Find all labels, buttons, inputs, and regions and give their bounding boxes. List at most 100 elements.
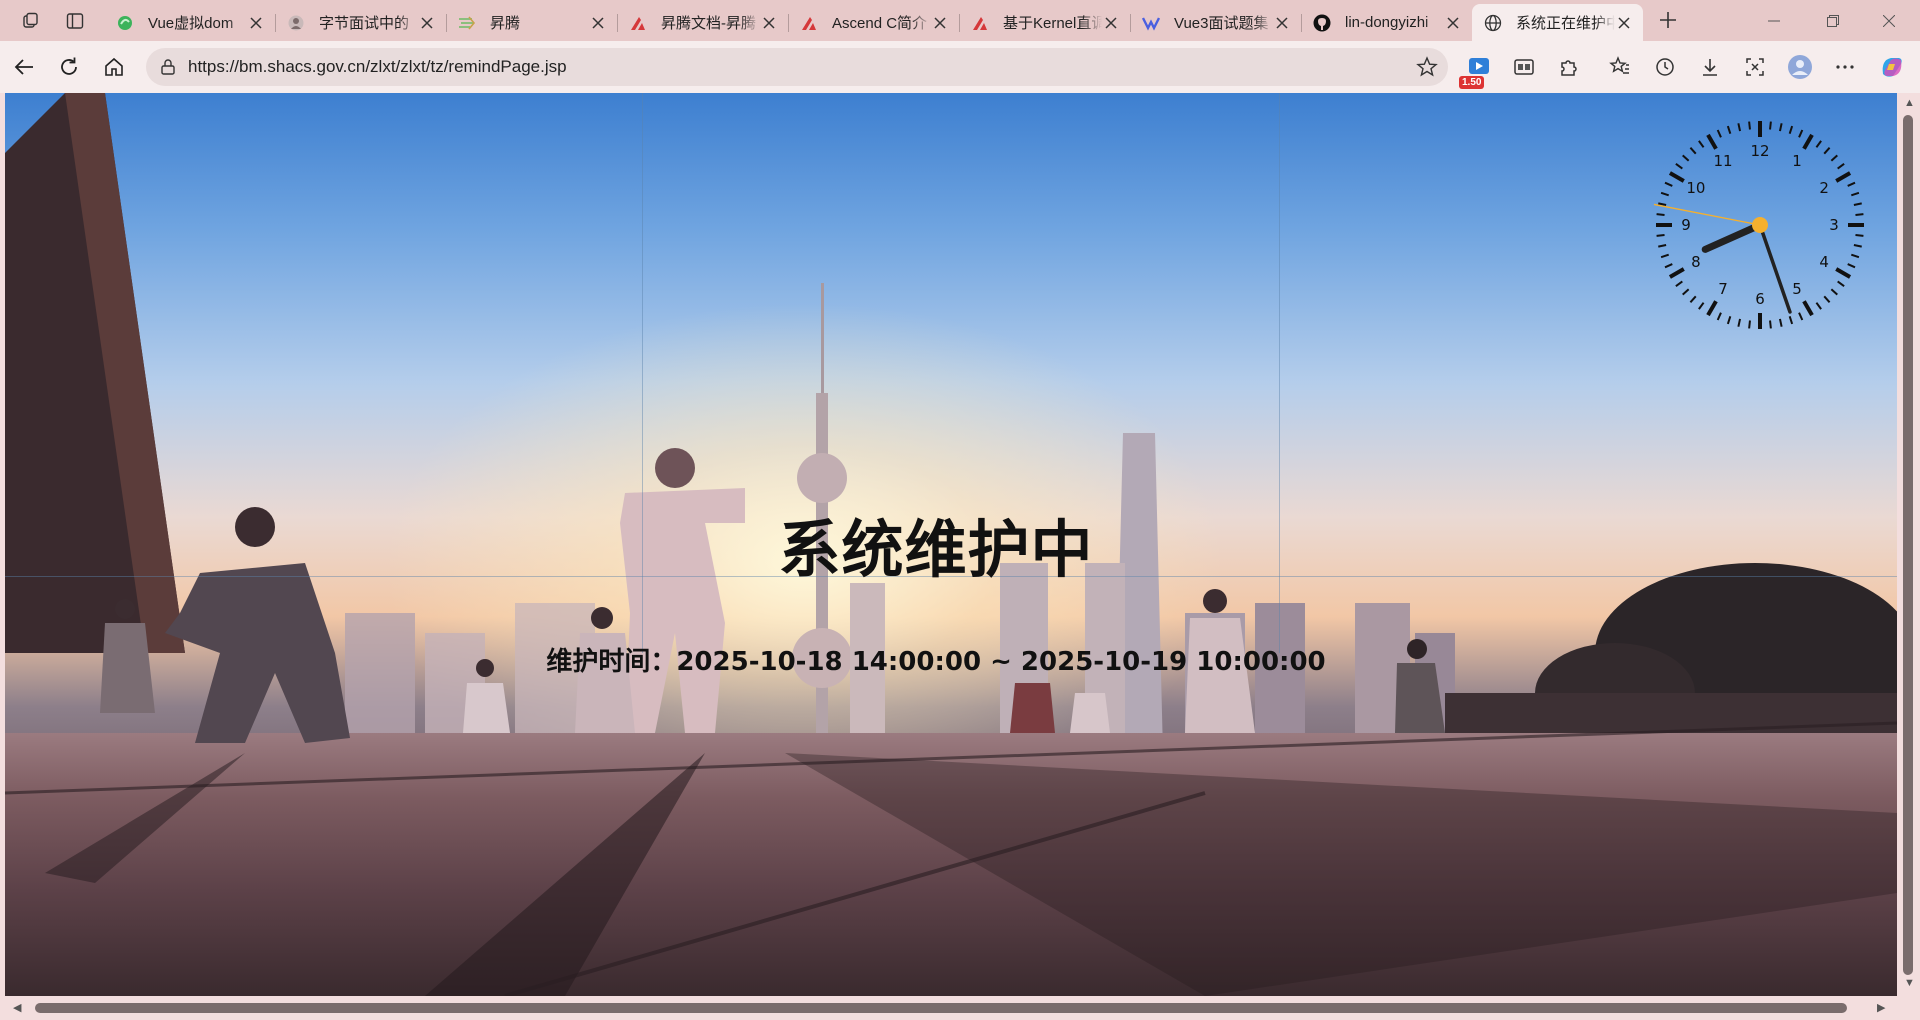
second-hand	[1653, 203, 1761, 226]
download-icon	[1703, 59, 1717, 76]
clock-tick	[1778, 318, 1783, 327]
scroll-down-icon[interactable]: ▼	[1904, 977, 1915, 989]
clock-numeral: 10	[1686, 179, 1705, 197]
tab-github[interactable]: lin-dongyizhi	[1301, 6, 1472, 39]
close-tab-icon[interactable]	[589, 14, 607, 32]
close-tab-icon[interactable]	[247, 14, 265, 32]
close-tab-icon[interactable]	[1444, 14, 1462, 32]
clock-tick	[1689, 295, 1697, 303]
clock-tick	[1658, 243, 1667, 248]
tab-bytedance-interview[interactable]: 字节面试中的	[275, 6, 446, 39]
vertical-scrollbar[interactable]: ▲ ▼	[1897, 93, 1920, 996]
vertical-scroll-thumb[interactable]	[1903, 115, 1913, 975]
clock-numeral: 2	[1819, 179, 1829, 197]
immersive-reader-button[interactable]	[1508, 51, 1540, 83]
downloads-button[interactable]	[1694, 51, 1726, 83]
clock-tick	[1664, 263, 1673, 269]
horizontal-scroll-thumb[interactable]	[35, 1003, 1847, 1013]
clock-tick	[1850, 191, 1860, 197]
clock-tick	[1798, 312, 1804, 321]
clock-tick	[1682, 154, 1690, 162]
close-tab-icon[interactable]	[1615, 14, 1633, 32]
tab-kernel[interactable]: 基于Kernel直调	[959, 6, 1130, 39]
clock-numeral: 9	[1681, 216, 1691, 234]
horizontal-scrollbar[interactable]: ◀ ▶	[5, 996, 1897, 1020]
tab-vue-dom[interactable]: Vue虚拟dom	[104, 6, 275, 39]
minimize-button[interactable]	[1751, 0, 1797, 41]
close-tab-icon[interactable]	[418, 14, 436, 32]
tab-maintenance[interactable]: 系统正在维护中	[1472, 4, 1643, 41]
avatar	[1788, 55, 1812, 79]
clock-numeral: 4	[1819, 253, 1829, 271]
clock-tick	[1675, 280, 1683, 287]
refresh-button[interactable]	[53, 51, 85, 83]
clock-tick	[1769, 320, 1772, 329]
scroll-left-icon[interactable]: ◀	[13, 1001, 21, 1014]
address-bar[interactable]: https://bm.shacs.gov.cn/zlxt/zlxt/tz/rem…	[146, 48, 1448, 86]
favorite-star-icon[interactable]	[1416, 56, 1438, 78]
clock-tick	[1815, 140, 1822, 148]
close-tab-icon[interactable]	[760, 14, 778, 32]
workspaces-icon[interactable]	[16, 6, 46, 36]
clock-numeral: 8	[1691, 253, 1701, 271]
close-window-button[interactable]	[1866, 0, 1912, 41]
maintenance-time: 维护时间：2025-10-18 14:00:00 ~ 2025-10-19 10…	[546, 647, 1326, 677]
profile-button[interactable]	[1784, 51, 1816, 83]
extensions-button[interactable]	[1553, 51, 1585, 83]
history-button[interactable]	[1649, 51, 1681, 83]
clock-tick	[1706, 133, 1718, 150]
clock-numeral: 7	[1718, 280, 1728, 298]
ascend-icon	[458, 14, 476, 32]
browser-toolbar: https://bm.shacs.gov.cn/zlxt/zlxt/tz/rem…	[0, 41, 1920, 93]
tab-title: 系统正在维护中	[1516, 15, 1615, 32]
clock-tick	[1847, 181, 1856, 187]
url-text[interactable]: https://bm.shacs.gov.cn/zlxt/zlxt/tz/rem…	[188, 57, 567, 77]
screenshot-button[interactable]	[1739, 51, 1771, 83]
tab-vue3-questions[interactable]: Vue3面试题集	[1130, 6, 1301, 39]
clock-tick	[1802, 300, 1814, 317]
clock-tick	[1788, 315, 1794, 325]
clock-tick	[1847, 263, 1856, 269]
scroll-up-icon[interactable]: ▲	[1904, 97, 1915, 109]
clock-tick	[1682, 288, 1690, 296]
analog-clock: 12 1 2 3 4 5 6 7 8 9 10 11	[1653, 121, 1864, 329]
tab-ascend-docs[interactable]: 昇腾文档-昇腾	[617, 6, 788, 39]
tab-actions-icon[interactable]	[60, 6, 90, 36]
page-title: 系统维护中	[778, 513, 1094, 586]
clock-numeral: 3	[1829, 216, 1839, 234]
clock-tick	[1778, 123, 1783, 132]
plus-icon	[1660, 12, 1676, 28]
scroll-right-icon[interactable]: ▶	[1877, 1001, 1885, 1014]
clock-tick	[1726, 125, 1732, 135]
tab-ascend-c-intro[interactable]: Ascend C简介	[788, 6, 959, 39]
history-icon	[1656, 58, 1674, 76]
clock-tick	[1668, 267, 1685, 279]
close-tab-icon[interactable]	[931, 14, 949, 32]
clock-tick	[1660, 253, 1670, 259]
restore-button[interactable]	[1810, 0, 1856, 41]
home-button[interactable]	[98, 51, 130, 83]
clock-tick	[1737, 123, 1742, 132]
clock-tick	[1726, 315, 1732, 325]
site-info-icon[interactable]	[158, 57, 178, 77]
close-tab-icon[interactable]	[1102, 14, 1120, 32]
tab-title: Ascend C简介	[832, 15, 928, 32]
hour-hand	[1701, 221, 1764, 253]
clock-tick	[1664, 181, 1673, 187]
new-tab-button[interactable]	[1652, 5, 1684, 35]
clock-tick	[1716, 312, 1722, 321]
more-menu-button[interactable]	[1829, 51, 1861, 83]
clock-tick	[1853, 243, 1862, 248]
clock-tick	[1698, 140, 1705, 148]
extension-button[interactable]: 1.50	[1459, 51, 1495, 89]
vue-green-icon	[116, 14, 134, 32]
clock-tick	[1706, 300, 1718, 317]
copilot-button[interactable]	[1876, 51, 1908, 83]
favorites-button[interactable]	[1604, 51, 1636, 83]
clock-tick	[1656, 213, 1665, 216]
tab-title: 字节面试中的	[319, 15, 410, 32]
close-tab-icon[interactable]	[1273, 14, 1291, 32]
clock-numeral: 12	[1750, 142, 1769, 160]
back-button[interactable]	[8, 51, 40, 83]
tab-ascend[interactable]: 昇腾	[446, 6, 617, 39]
